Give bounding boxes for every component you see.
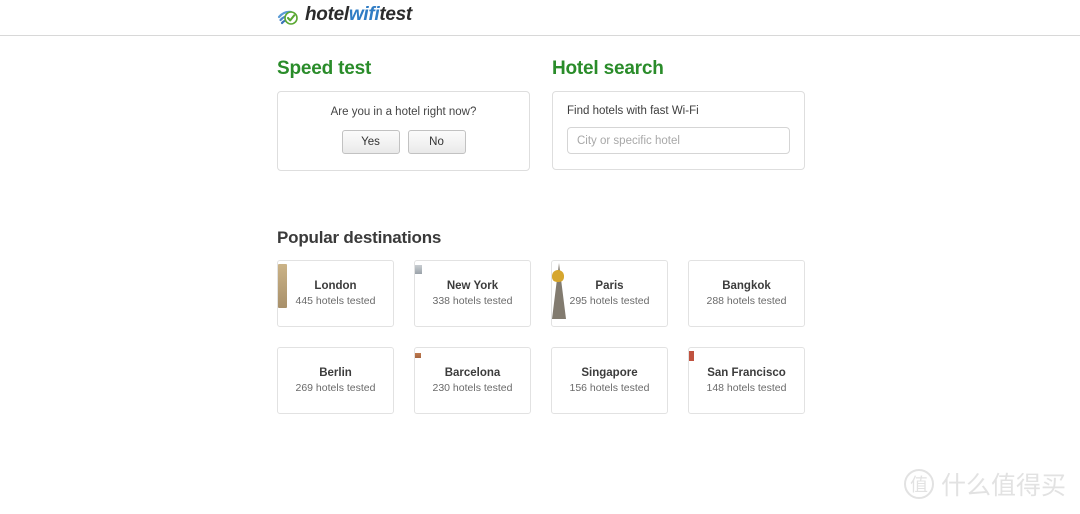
destination-caption: San Francisco 148 hotels tested — [689, 348, 804, 413]
destination-name: Paris — [595, 280, 624, 292]
destination-caption: Singapore 156 hotels tested — [552, 348, 667, 413]
hotel-search-title: Hotel search — [552, 58, 664, 79]
yes-button[interactable]: Yes — [341, 130, 400, 154]
destination-card-barcelona[interactable]: Barcelona 230 hotels tested — [414, 347, 531, 414]
hotel-search-column: Hotel search Find hotels with fast Wi-Fi — [552, 58, 805, 171]
destination-card-san-francisco[interactable]: San Francisco 148 hotels tested — [688, 347, 805, 414]
destination-card-paris[interactable]: Paris 295 hotels tested — [551, 260, 668, 327]
destination-count: 445 hotels tested — [295, 295, 376, 307]
destination-name: Berlin — [319, 367, 352, 379]
destination-name: San Francisco — [707, 367, 786, 379]
destination-card-berlin[interactable]: Berlin 269 hotels tested — [277, 347, 394, 414]
destination-count: 295 hotels tested — [569, 295, 650, 307]
destination-caption: Barcelona 230 hotels tested — [415, 348, 530, 413]
brand-wordmark: hotelwifitest — [305, 4, 412, 26]
wifi-check-icon — [277, 4, 299, 26]
speed-test-panel: Are you in a hotel right now? Yes No — [277, 91, 530, 171]
destination-count: 338 hotels tested — [432, 295, 513, 307]
popular-destinations-title: Popular destinations — [277, 228, 442, 247]
hotel-search-input[interactable] — [567, 127, 790, 154]
destination-count: 148 hotels tested — [706, 382, 787, 394]
destinations-grid: London 445 hotels tested New York 338 ho… — [277, 260, 805, 414]
site-header: hotelwifitest — [0, 0, 1080, 36]
brand-text-hotel: hotel — [305, 4, 349, 25]
destination-caption: Paris 295 hotels tested — [552, 261, 667, 326]
watermark-text: 什么值得买 — [940, 471, 1066, 500]
watermark-badge: 值 — [903, 469, 934, 499]
destination-name: Bangkok — [722, 280, 771, 292]
popular-destinations-section: Popular destinations London 445 hotels t… — [277, 228, 1080, 414]
destination-card-new-york[interactable]: New York 338 hotels tested — [414, 260, 531, 327]
destination-caption: New York 338 hotels tested — [415, 261, 530, 326]
destination-card-singapore[interactable]: Singapore 156 hotels tested — [551, 347, 668, 414]
destination-name: Singapore — [581, 367, 638, 379]
brand-logo-link[interactable]: hotelwifitest — [277, 4, 412, 26]
destination-caption: Berlin 269 hotels tested — [278, 348, 393, 413]
destination-count: 230 hotels tested — [432, 382, 513, 394]
speed-test-prompt: Are you in a hotel right now? — [330, 106, 477, 118]
speed-test-button-row: Yes No — [288, 130, 519, 154]
hotel-search-panel: Find hotels with fast Wi-Fi — [552, 91, 805, 170]
brand-text-wifi: wifi — [348, 4, 380, 25]
speed-test-title: Speed test — [277, 58, 372, 79]
brand-text-test: test — [379, 4, 412, 25]
speed-test-column: Speed test Are you in a hotel right now?… — [277, 58, 530, 171]
destination-card-bangkok[interactable]: Bangkok 288 hotels tested — [688, 260, 805, 327]
no-button[interactable]: No — [407, 130, 466, 154]
page-content: Speed test Are you in a hotel right now?… — [0, 36, 1080, 414]
destination-caption: London 445 hotels tested — [278, 261, 393, 326]
destination-caption: Bangkok 288 hotels tested — [689, 261, 804, 326]
destination-count: 156 hotels tested — [569, 382, 650, 394]
destination-count: 269 hotels tested — [295, 382, 376, 394]
destination-count: 288 hotels tested — [706, 295, 787, 307]
hotel-search-field-label: Find hotels with fast Wi-Fi — [567, 105, 699, 117]
top-columns: Speed test Are you in a hotel right now?… — [277, 36, 1080, 171]
destination-name: Barcelona — [444, 367, 501, 379]
destination-name: London — [314, 280, 357, 292]
destination-card-london[interactable]: London 445 hotels tested — [277, 260, 394, 327]
destination-name: New York — [446, 280, 499, 292]
site-watermark: 值 什么值得买 — [903, 466, 1066, 502]
